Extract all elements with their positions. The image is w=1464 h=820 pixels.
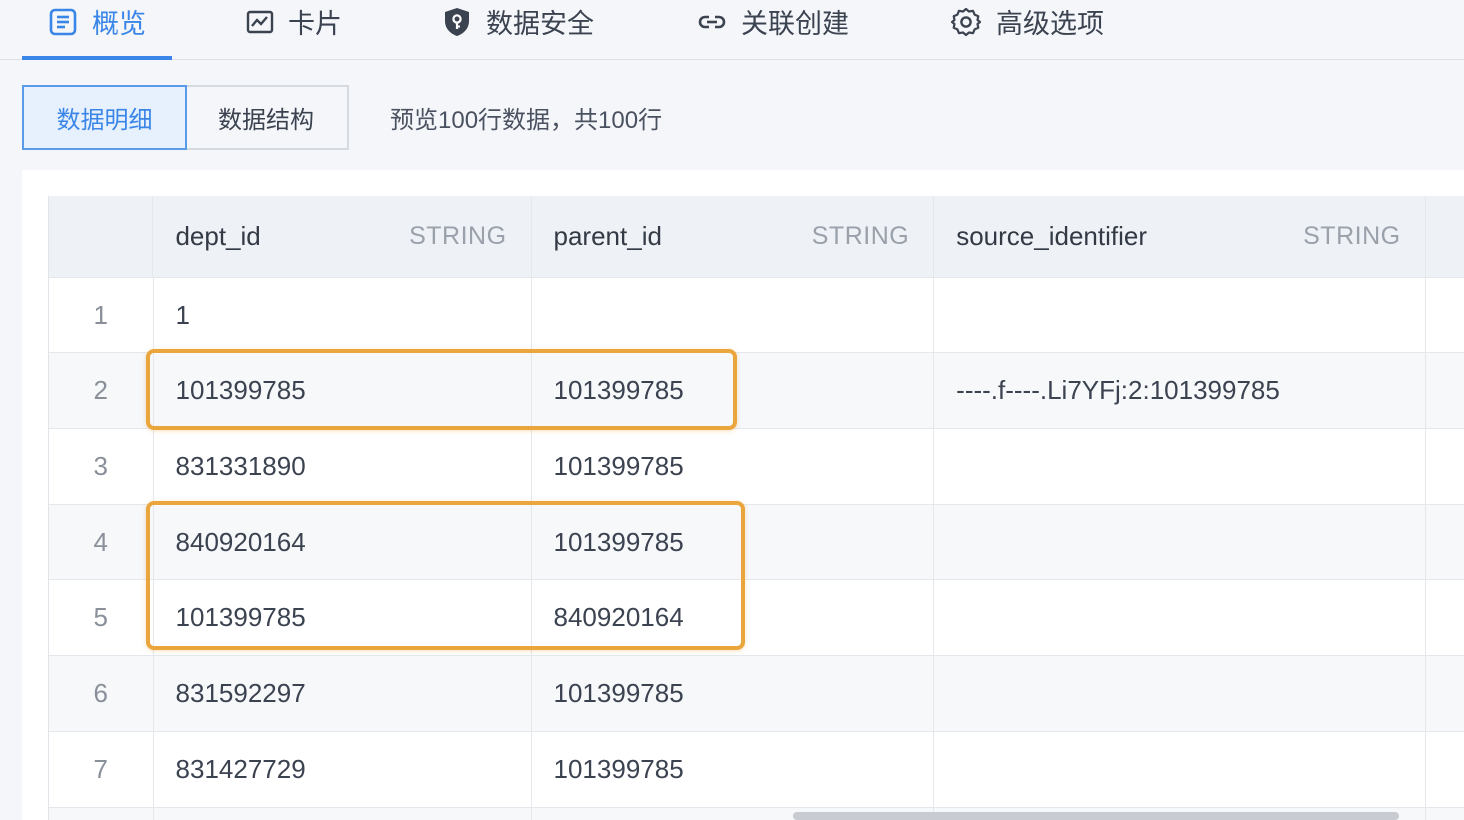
cell-dept-id: 831592297 (154, 656, 532, 731)
cell-dept-id: 831427729 (154, 732, 532, 807)
row-index: 6 (49, 656, 154, 731)
row-index: 2 (49, 353, 154, 428)
column-type: STRING (1303, 222, 1401, 250)
data-structure-button[interactable]: 数据结构 (185, 85, 349, 150)
cell-overflow (1426, 278, 1464, 352)
gear-icon (950, 6, 982, 38)
cell-dept-id: 101399785 (154, 580, 532, 655)
table-row: 5 101399785 840920164 (49, 580, 1464, 656)
cell-source-identifier: ----.f----.Li7YFj:2:101399785 (934, 353, 1426, 428)
cell-overflow (1426, 429, 1464, 504)
row-index (49, 808, 154, 820)
cell-parent-id: 101399785 (532, 429, 935, 504)
cell-overflow (1426, 505, 1464, 579)
cell-overflow (1426, 732, 1464, 807)
tab-advanced-options-label: 高级选项 (996, 9, 1104, 39)
tab-cards-label: 卡片 (288, 9, 342, 39)
shield-key-icon (442, 6, 472, 38)
cell-parent-id: 101399785 (532, 732, 935, 807)
column-type: STRING (811, 222, 910, 250)
table-row: 3 831331890 101399785 (49, 429, 1464, 505)
cell-source-identifier (934, 505, 1426, 579)
cell-dept-id: 1 (154, 278, 532, 352)
cell-parent-id: 840920164 (532, 580, 935, 655)
table-row: 6 831592297 101399785 (49, 656, 1464, 732)
cell-parent-id: 101399785 (532, 353, 935, 428)
row-index: 7 (49, 732, 154, 807)
row-index: 3 (49, 429, 154, 504)
tab-relation-create[interactable]: 关联创建 (697, 0, 849, 59)
column-header-dept-id[interactable]: dept_id STRING (153, 196, 532, 277)
table-row: 2 101399785 101399785 ----.f----.Li7YFj:… (49, 353, 1464, 429)
tab-overview-label: 概览 (92, 9, 146, 39)
column-header-source-identifier[interactable]: source_identifier STRING (934, 196, 1426, 277)
column-name: dept_id (175, 221, 261, 251)
cell-overflow (1426, 580, 1464, 655)
tab-overview[interactable]: 概览 (22, 0, 172, 60)
row-index-header (49, 196, 154, 277)
row-index: 1 (49, 278, 154, 352)
cell-source-identifier (934, 580, 1426, 655)
preview-row-count: 预览100行数据，共100行 (390, 107, 663, 134)
table-header-row: dept_id STRING parent_id STRING source_i… (49, 196, 1464, 278)
cell-dept-id: 831331890 (154, 429, 532, 504)
column-header-overflow (1426, 196, 1464, 277)
column-header-parent-id[interactable]: parent_id STRING (532, 196, 935, 277)
column-name: parent_id (553, 221, 662, 251)
table-row: 1 1 (49, 278, 1464, 353)
cell-source-identifier (934, 429, 1426, 504)
cell-dept-id: 840920164 (154, 505, 532, 579)
tab-relation-create-label: 关联创建 (741, 9, 849, 39)
data-detail-button[interactable]: 数据明细 (22, 85, 187, 150)
cell-source-identifier (934, 656, 1426, 731)
column-type: STRING (409, 222, 507, 250)
cell-dept-id: 101399785 (154, 353, 532, 428)
horizontal-scrollbar[interactable] (793, 812, 1399, 820)
table-row: 7 831427729 101399785 (49, 732, 1464, 808)
link-icon (697, 12, 727, 32)
chart-card-icon (246, 8, 274, 36)
table-row: 4 840920164 101399785 (49, 505, 1464, 580)
row-index: 4 (49, 505, 154, 579)
top-tab-bar: 概览 卡片 数据安全 关联创建 高级选项 (0, 0, 1464, 60)
tab-advanced-options[interactable]: 高级选项 (950, 0, 1104, 59)
cell-source-identifier (934, 278, 1426, 352)
cell-overflow (1426, 353, 1464, 428)
cell-parent-id: 101399785 (532, 505, 935, 579)
cell-parent-id (532, 278, 935, 352)
tab-cards[interactable]: 卡片 (246, 0, 342, 59)
tab-data-security-label: 数据安全 (486, 9, 594, 39)
cell-dept-id (154, 808, 532, 820)
document-list-icon (48, 7, 78, 37)
cell-parent-id: 101399785 (532, 656, 935, 731)
cell-overflow (1426, 656, 1464, 731)
tab-data-security[interactable]: 数据安全 (442, 0, 594, 59)
data-table: dept_id STRING parent_id STRING source_i… (48, 196, 1464, 820)
cell-source-identifier (934, 732, 1426, 807)
column-name: source_identifier (956, 221, 1147, 251)
row-index: 5 (49, 580, 154, 655)
cell-overflow (1426, 808, 1464, 820)
